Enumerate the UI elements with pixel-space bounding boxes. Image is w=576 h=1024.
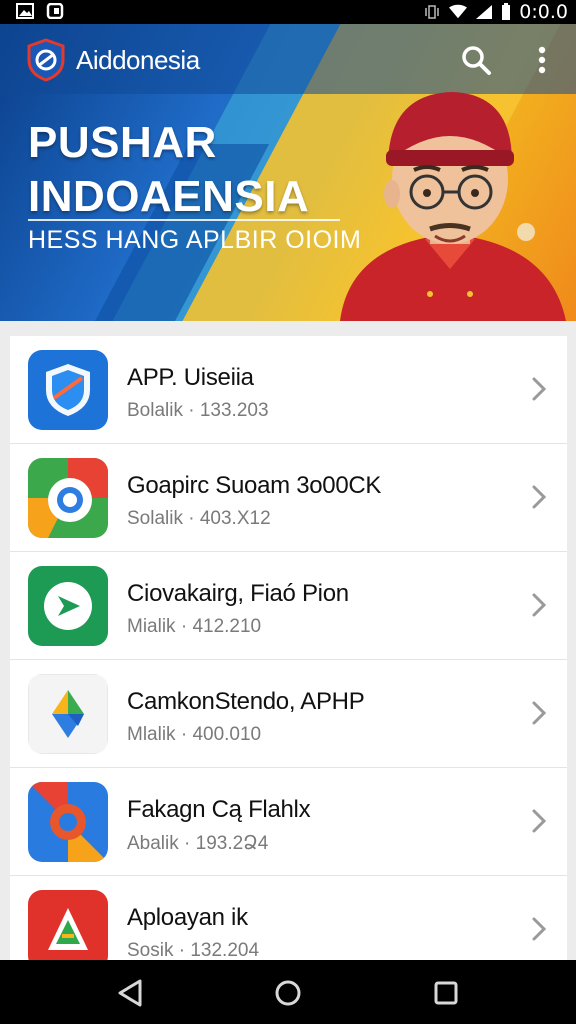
app-list: APP. Uiseiia Bolalik · 133.203 Goapirc S… (10, 336, 567, 966)
chevron-right-icon (532, 917, 547, 941)
app-title: Aiddonesia (76, 45, 200, 75)
list-item[interactable]: Aploayan ik Sosik · 132.204 (10, 876, 567, 966)
hero-subline: HESS HANG APLBIR OIOIM (28, 226, 362, 254)
app-title: CamkonStendo, APHP (127, 688, 365, 715)
recents-icon[interactable] (432, 978, 460, 1008)
hero-headline-line2: INDOAENSIA (28, 172, 310, 221)
photos-swirl-app-icon (28, 782, 108, 862)
notification-icon (46, 3, 64, 19)
chevron-right-icon (532, 377, 547, 401)
status-time: 0:0.0 (519, 1, 568, 23)
image-icon (16, 3, 34, 19)
blue-shield-app-icon (28, 350, 108, 430)
chevron-right-icon (532, 485, 547, 509)
list-item[interactable]: Fakagn Cą Flahlx Abalik · 193.2Ձ4 (10, 768, 567, 876)
app-subtitle: Solalik · 403.X12 (127, 508, 271, 529)
status-bar: 0:0.0 (0, 0, 576, 24)
home-icon[interactable] (274, 978, 302, 1008)
app-subtitle: Mlalik · 400.010 (127, 724, 262, 745)
list-item[interactable]: Goapirc Suoam 3o00CK Solalik · 403.X12 (10, 444, 567, 552)
app-title: Fakagn Cą Flahlx (127, 796, 311, 823)
list-item[interactable]: APP. Uiseiia Bolalik · 133.203 (10, 336, 567, 444)
app-title: Ciovakairg, Fiaó Pion (127, 580, 349, 607)
back-icon[interactable] (116, 978, 144, 1008)
shield-logo-icon[interactable] (26, 38, 66, 82)
hero-headline: PUSHAR INDOAENSIA (28, 116, 309, 224)
chevron-right-icon (532, 809, 547, 833)
list-item[interactable]: Ciovakairg, Fiaó Pion Mialik · 412.210 (10, 552, 567, 660)
signal-icon (476, 5, 493, 19)
red-a-app-icon (28, 890, 108, 966)
battery-icon (502, 3, 511, 20)
app-title: APP. Uiseiia (127, 364, 254, 391)
app-title: Aploayan ik (127, 904, 248, 931)
hero-headline-line1: PUSHAR (28, 118, 217, 167)
app-title: Goapirc Suoam 3o00CK (127, 472, 382, 499)
colorful-chrome-app-icon (28, 458, 108, 538)
app-subtitle: Sosik · 132.204 (127, 940, 260, 961)
drive-triangle-app-icon (28, 674, 108, 754)
hero-divider (28, 219, 340, 221)
list-item[interactable]: CamkonStendo, APHP Mlalik · 400.010 (10, 660, 567, 768)
app-subtitle: Bolalik · 133.203 (127, 400, 269, 421)
hero-banner: Aiddonesia PUSHAR INDOAENSIA HESS HANG A… (0, 24, 576, 321)
chevron-right-icon (532, 593, 547, 617)
navigation-bar (0, 960, 576, 1024)
chevron-right-icon (532, 701, 547, 725)
mascot-illustration (340, 92, 566, 321)
wifi-icon (449, 4, 468, 19)
green-play-app-icon (28, 566, 108, 646)
vibrate-icon (425, 5, 440, 19)
app-subtitle: Abalik · 193.2Ձ4 (127, 833, 269, 854)
app-subtitle: Mialik · 412.210 (127, 616, 262, 637)
